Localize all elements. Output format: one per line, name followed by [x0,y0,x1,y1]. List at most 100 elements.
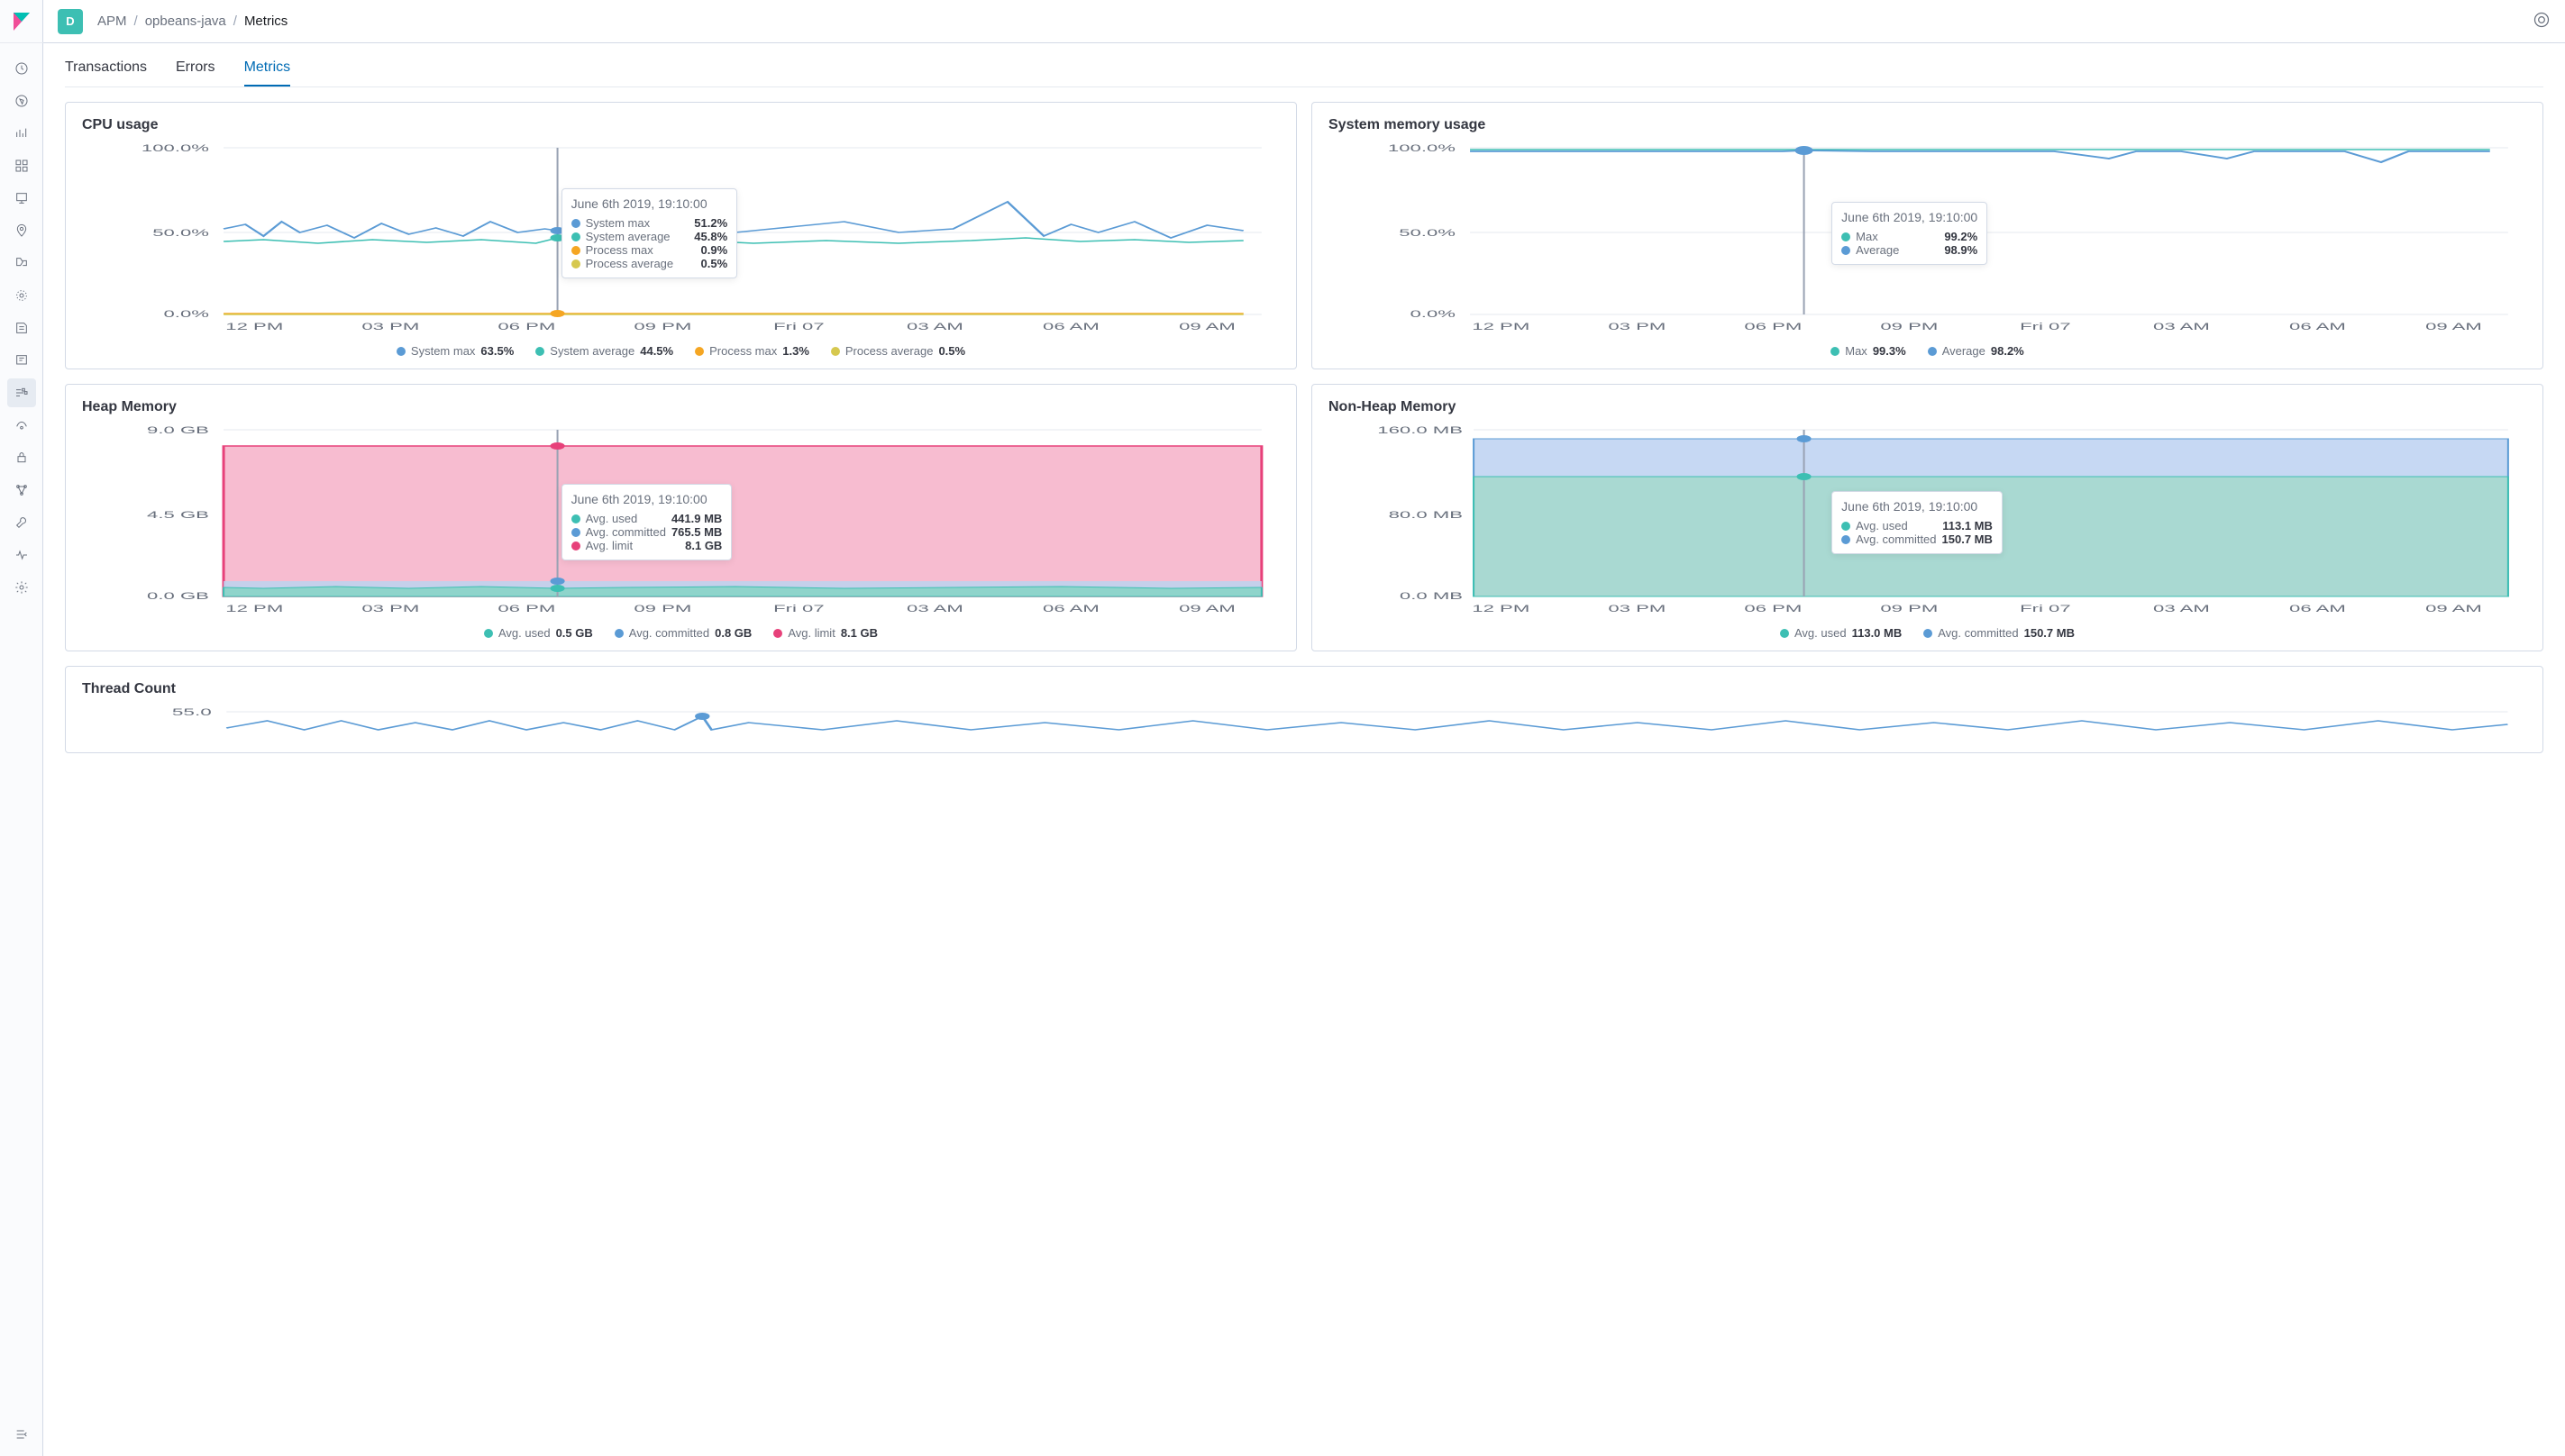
panel-memory: System memory usage 100.0% 50.0% 0.0% 12… [1311,102,2543,369]
svg-text:09 PM: 09 PM [1880,603,1938,614]
svg-text:12 PM: 12 PM [225,603,283,614]
svg-text:55.0: 55.0 [172,706,212,717]
panel-title: Non-Heap Memory [1328,399,2526,415]
legend-item[interactable]: Avg. used 113.0 MB [1780,626,1902,640]
svg-text:09 PM: 09 PM [1880,321,1938,332]
space-selector[interactable]: D [58,9,83,34]
svg-text:09 AM: 09 AM [1179,321,1236,332]
recent-icon[interactable] [7,54,36,83]
cpu-legend: System max 63.5% System average 44.5% Pr… [82,344,1280,358]
svg-text:160.0 MB: 160.0 MB [1377,424,1463,436]
x-axis: 12 PM 03 PM 06 PM 09 PM Fri 07 03 AM 06 … [1472,603,2482,614]
svg-text:09 AM: 09 AM [2425,321,2482,332]
panel-title: CPU usage [82,117,1280,133]
svg-text:100.0%: 100.0% [141,142,209,154]
svg-text:03 PM: 03 PM [361,603,419,614]
breadcrumb-current: Metrics [244,14,288,29]
legend-item[interactable]: Avg. committed 0.8 GB [615,626,753,640]
topbar: D APM / opbeans-java / Metrics [43,0,2565,43]
devtools-icon[interactable] [7,508,36,537]
svg-text:06 PM: 06 PM [1744,603,1802,614]
memory-tooltip: June 6th 2019, 19:10:00 Max99.2% Average… [1831,202,1987,265]
thread-chart[interactable]: 55.0 [82,703,2526,739]
nonheap-tooltip: June 6th 2019, 19:10:00 Avg. used113.1 M… [1831,491,2003,554]
tab-errors[interactable]: Errors [176,59,215,86]
svg-text:12 PM: 12 PM [1472,603,1529,614]
logs-icon[interactable] [7,314,36,342]
svg-text:03 AM: 03 AM [2153,603,2210,614]
legend-item[interactable]: Avg. committed 150.7 MB [1923,626,2075,640]
svg-text:50.0%: 50.0% [152,227,209,239]
svg-text:06 AM: 06 AM [1043,603,1100,614]
svg-text:9.0 GB: 9.0 GB [147,424,209,436]
legend-item[interactable]: System average 44.5% [535,344,673,358]
visualize-icon[interactable] [7,119,36,148]
svg-text:0.0%: 0.0% [164,308,209,320]
legend-item[interactable]: Max 99.3% [1830,344,1905,358]
svg-text:09 AM: 09 AM [2425,603,2482,614]
security-icon[interactable] [7,443,36,472]
tab-metrics[interactable]: Metrics [244,59,291,86]
panel-cpu: CPU usage 100.0% 50.0% 0.0% 12 PM 03 PM [65,102,1297,369]
svg-text:03 PM: 03 PM [361,321,419,332]
cpu-tooltip: June 6th 2019, 19:10:00 System max51.2% … [561,188,738,278]
svg-text:03 AM: 03 AM [907,321,963,332]
dashboard-icon[interactable] [7,151,36,180]
infra-icon[interactable] [7,281,36,310]
x-axis: 12 PM 03 PM 06 PM 09 PM Fri 07 03 AM 06 … [1472,321,2482,332]
legend-item[interactable]: Average 98.2% [1928,344,2024,358]
svg-text:12 PM: 12 PM [225,321,283,332]
svg-text:03 AM: 03 AM [2153,321,2210,332]
canvas-icon[interactable] [7,184,36,213]
tabs: Transactions Errors Metrics [65,43,2543,87]
svg-text:Fri 07: Fri 07 [2020,603,2071,614]
maps-icon[interactable] [7,216,36,245]
legend-item[interactable]: Process average 0.5% [831,344,965,358]
panel-title: Heap Memory [82,399,1280,415]
panel-heap: Heap Memory 9.0 GB 4.5 GB 0.0 GB 12 PM 0… [65,384,1297,651]
svg-text:0.0%: 0.0% [1410,308,1456,320]
feedback-icon[interactable] [2533,11,2551,32]
svg-text:06 AM: 06 AM [2289,321,2346,332]
panel-nonheap: Non-Heap Memory 160.0 MB 80.0 MB 0.0 MB … [1311,384,2543,651]
discover-icon[interactable] [7,86,36,115]
legend-item[interactable]: Process max 1.3% [695,344,809,358]
svg-text:03 PM: 03 PM [1608,321,1666,332]
svg-text:03 AM: 03 AM [907,603,963,614]
panel-title: Thread Count [82,681,2526,697]
management-icon[interactable] [7,573,36,602]
tab-transactions[interactable]: Transactions [65,59,147,86]
x-axis: 12 PM 03 PM 06 PM 09 PM Fri 07 03 AM 06 … [225,321,1236,332]
kibana-logo[interactable] [0,0,43,43]
breadcrumb-apm[interactable]: APM [97,14,127,29]
svg-text:03 PM: 03 PM [1608,603,1666,614]
monitoring-icon[interactable] [7,541,36,569]
apm-icon[interactable] [7,378,36,407]
panel-title: System memory usage [1328,117,2526,133]
svg-text:06 PM: 06 PM [497,603,555,614]
svg-text:06 AM: 06 AM [1043,321,1100,332]
svg-text:06 PM: 06 PM [497,321,555,332]
svg-text:06 AM: 06 AM [2289,603,2346,614]
uptime-icon[interactable] [7,411,36,440]
legend-item[interactable]: System max 63.5% [397,344,514,358]
svg-text:12 PM: 12 PM [1472,321,1529,332]
nonheap-legend: Avg. used 113.0 MB Avg. committed 150.7 … [1328,626,2526,640]
x-axis: 12 PM 03 PM 06 PM 09 PM Fri 07 03 AM 06 … [225,603,1236,614]
memory-legend: Max 99.3% Average 98.2% [1328,344,2526,358]
svg-text:Fri 07: Fri 07 [773,321,825,332]
siem-icon[interactable] [7,346,36,375]
ml-icon[interactable] [7,249,36,278]
svg-text:Fri 07: Fri 07 [2020,321,2071,332]
graph-icon[interactable] [7,476,36,505]
breadcrumb: APM / opbeans-java / Metrics [97,14,288,29]
legend-item[interactable]: Avg. limit 8.1 GB [773,626,878,640]
svg-text:50.0%: 50.0% [1399,227,1456,239]
panel-thread: Thread Count 55.0 [65,666,2543,753]
svg-text:4.5 GB: 4.5 GB [147,509,209,521]
svg-text:09 PM: 09 PM [634,321,691,332]
side-nav [0,0,43,1456]
legend-item[interactable]: Avg. used 0.5 GB [484,626,593,640]
breadcrumb-service[interactable]: opbeans-java [145,14,226,29]
collapse-icon[interactable] [7,1420,36,1449]
